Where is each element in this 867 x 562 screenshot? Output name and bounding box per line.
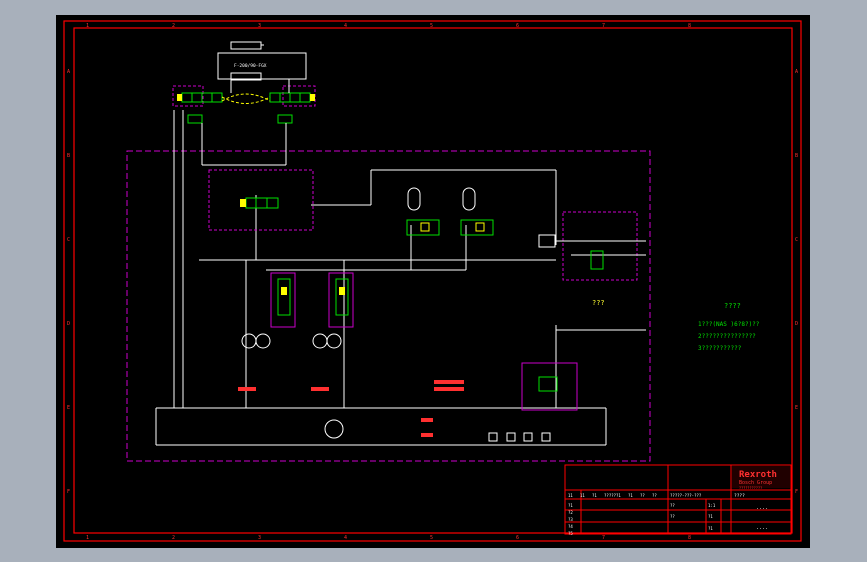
row-marker-left: E: [67, 405, 70, 411]
directional-valve-boundary: [208, 169, 314, 231]
motor-symbol: [324, 419, 344, 439]
column-marker-bottom: 6: [516, 535, 519, 541]
column-marker-bottom: 2: [172, 535, 175, 541]
row-marker-left: C: [67, 237, 70, 243]
title-row-label: ?2: [568, 510, 573, 515]
pump-group-2: [312, 272, 354, 349]
column-marker-bottom: 4: [344, 535, 347, 541]
valve-block-right: [269, 85, 316, 107]
right-valves: [538, 234, 646, 270]
title-row-label: ?4: [568, 524, 573, 529]
column-marker-top: 4: [344, 23, 347, 29]
note-right-title: ????: [724, 302, 741, 310]
column-markers: 1122334455667788: [86, 23, 691, 541]
row-marker-left: D: [67, 321, 70, 327]
scale-label: ????: [734, 493, 745, 499]
column-marker-top: 5: [430, 23, 433, 29]
note-right-line2: 2???????????????: [698, 333, 756, 340]
column-marker-top: 1: [86, 23, 89, 29]
sheet-c: ?1: [708, 526, 713, 531]
row-marker-left: F: [67, 489, 70, 495]
row-marker-left: B: [67, 153, 70, 159]
valve-block-left: [172, 85, 223, 107]
row-labels: ?1 ?2 ?3 ?4 ?5: [568, 503, 573, 536]
column-marker-bottom: 3: [258, 535, 261, 541]
accumulator-1: [406, 187, 440, 236]
row-marker-right: C: [795, 237, 798, 243]
revision-label: ??: [640, 493, 645, 498]
dots-1: ....: [756, 505, 768, 511]
revision-label: ?1: [628, 493, 633, 498]
valve-group-right: [562, 211, 638, 281]
revision-label: ?1: [616, 493, 621, 498]
revision-label: ??: [652, 493, 657, 498]
row-marker-right: F: [795, 489, 798, 495]
column-marker-top: 3: [258, 23, 261, 29]
drawing-number: ?????-???-???: [670, 493, 702, 498]
sign-1: ??: [670, 503, 675, 508]
title-block: Rexroth Bosch Group ??????????? ?????-??…: [564, 464, 792, 536]
note-center: ???: [592, 299, 605, 307]
note-right-line3: 3???????????: [698, 345, 742, 352]
row-marker-right: D: [795, 321, 798, 327]
title-row-label: ?3: [568, 517, 573, 522]
row-markers: A A B B C C D D E E F F: [67, 69, 798, 495]
tank-fittings: [488, 432, 551, 442]
filter-symbol: [538, 376, 558, 392]
hydraulic-cylinder: F-200/90-FGX: [217, 41, 307, 81]
directional-valve: [240, 197, 279, 209]
sheet-a: 1:1: [708, 503, 716, 508]
column-marker-bottom: 7: [602, 535, 605, 541]
cad-viewport[interactable]: 1122334455667788 AABBCCDDEEFF F-200/90-F…: [56, 15, 810, 548]
crossing-lines: [221, 93, 271, 104]
column-marker-top: 8: [688, 23, 691, 29]
revision-label: ?1: [592, 493, 597, 498]
column-marker-bottom: 1: [86, 535, 89, 541]
sign-2: ??: [670, 514, 675, 519]
title-row-label: ?1: [568, 503, 573, 508]
column-marker-bottom: 8: [688, 535, 691, 541]
column-marker-bottom: 5: [430, 535, 433, 541]
inner-frame: [73, 27, 793, 534]
revision-labels: 11 11 ?1????? ?1 ?1????: [568, 493, 657, 498]
system-boundary: [126, 150, 651, 462]
row-marker-right: B: [795, 153, 798, 159]
column-marker-top: 6: [516, 23, 519, 29]
revision-label: ?????: [604, 493, 617, 498]
revision-label: 11: [568, 493, 573, 498]
row-marker-right: A: [795, 69, 798, 75]
cylinder-label: F-200/90-FGX: [234, 63, 267, 69]
filter-unit: [521, 362, 578, 411]
main-lines: [155, 110, 646, 446]
row-marker-right: E: [795, 405, 798, 411]
pump-group-1: [241, 272, 296, 349]
outer-frame: [63, 20, 802, 542]
revision-label: 11: [580, 493, 585, 498]
title-row-label: ?5: [568, 531, 573, 536]
dots-2: ....: [756, 525, 768, 531]
column-marker-top: 7: [602, 23, 605, 29]
check-valves-upper: [187, 114, 293, 124]
note-right-line1: 1???(NAS )6?8?)??: [698, 321, 760, 328]
sheet-b: ?1: [708, 514, 713, 519]
column-marker-top: 2: [172, 23, 175, 29]
row-marker-left: A: [67, 69, 70, 75]
logo-rexroth: Rexroth: [739, 470, 777, 480]
logo-small: ???????????: [739, 486, 762, 490]
